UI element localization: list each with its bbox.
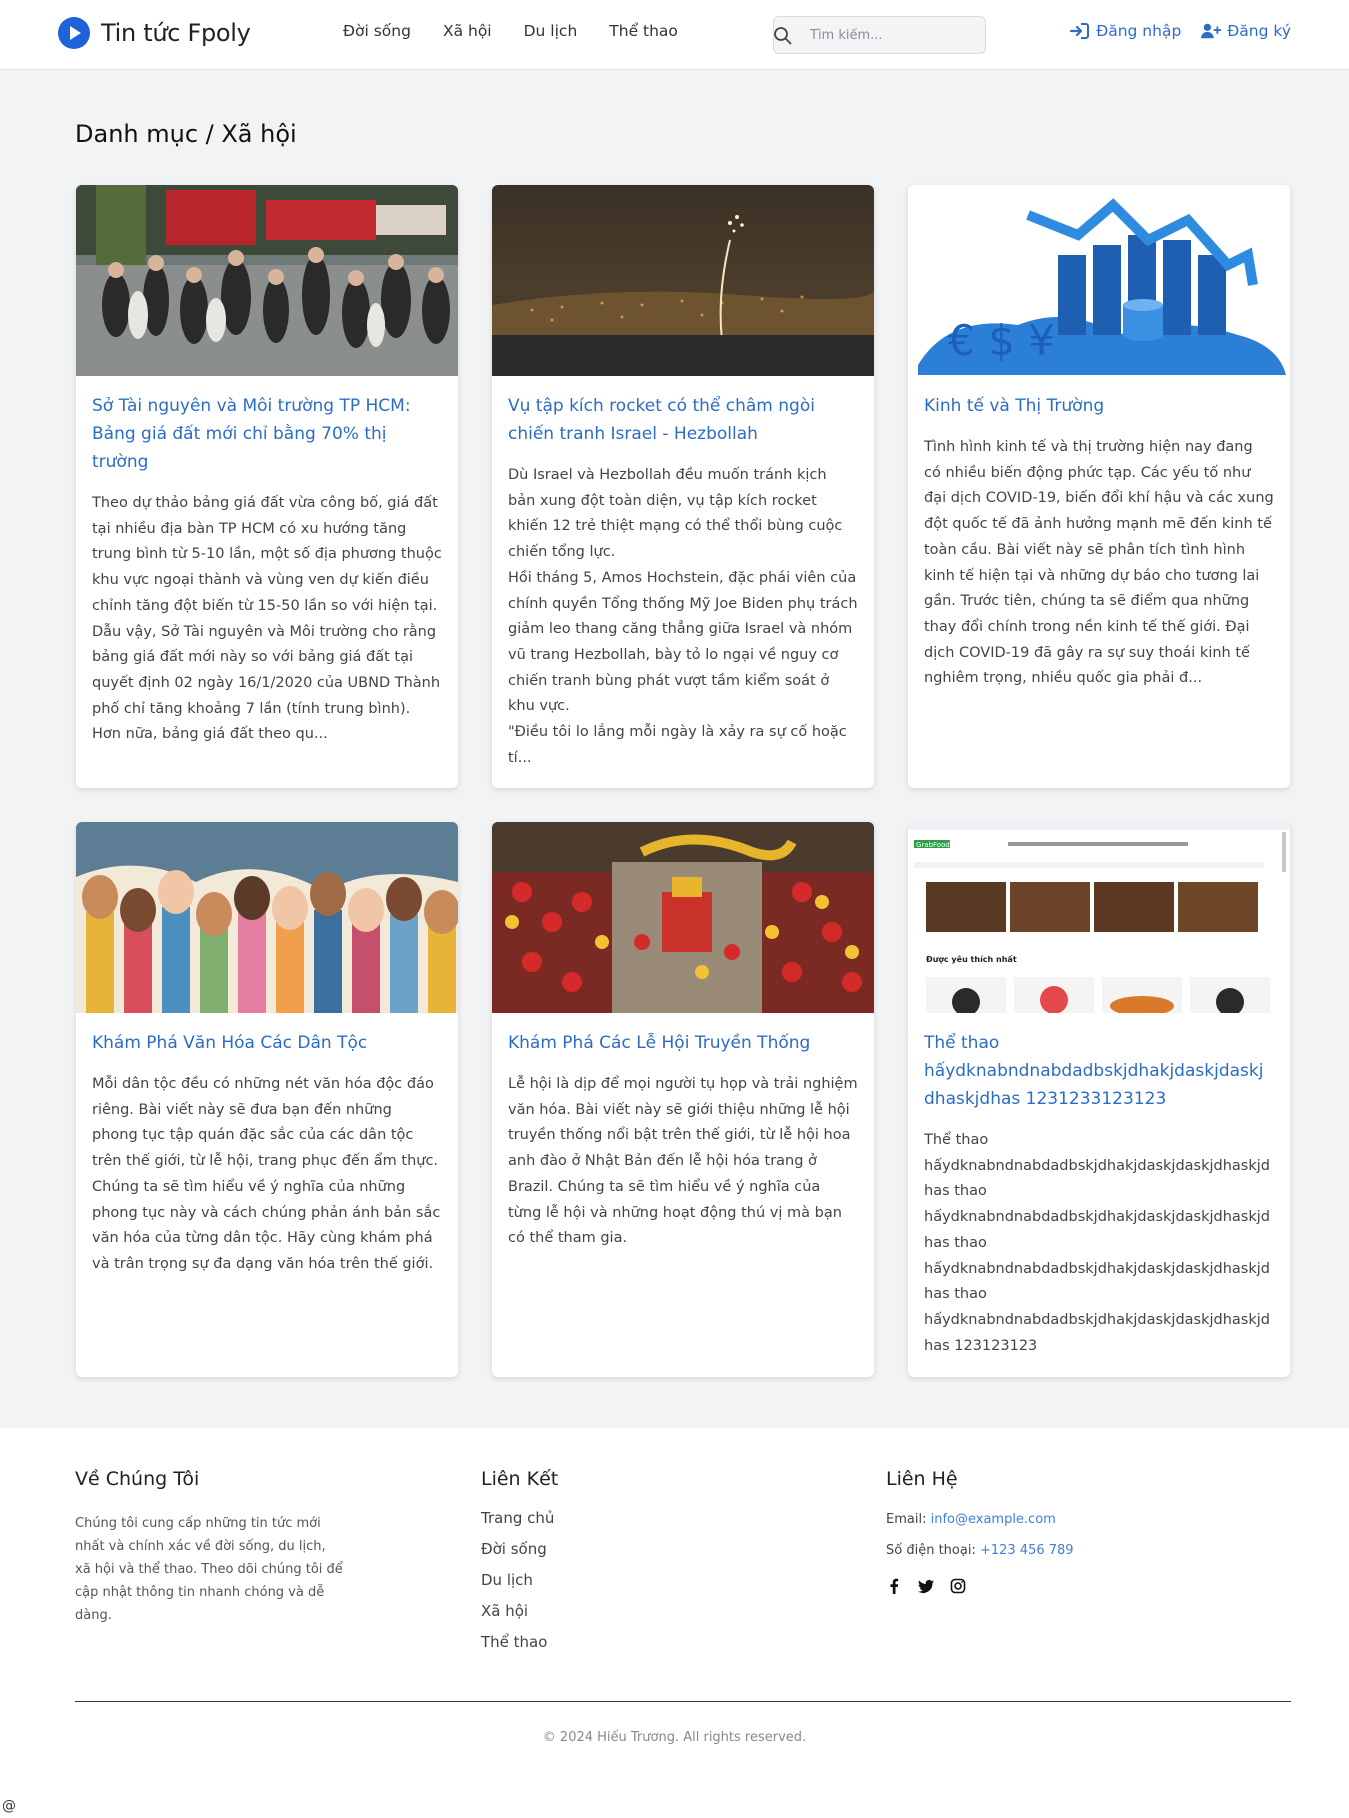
food-website-screenshot[interactable]: GrabFood Được yêu thích nhất (908, 822, 1290, 1013)
article-title[interactable]: Khám Phá Văn Hóa Các Dân Tộc (92, 1029, 442, 1057)
social-links (886, 1578, 1074, 1594)
brand-link[interactable]: Tin tức Fpoly (58, 17, 251, 49)
article-title[interactable]: Khám Phá Các Lễ Hội Truyền Thống (508, 1029, 858, 1057)
search-box (773, 16, 986, 54)
page-title: Danh mục / Xã hội (75, 120, 297, 148)
footer-divider (75, 1701, 1291, 1702)
article-excerpt: Dù Israel và Hezbollah đều muốn tránh kị… (508, 467, 858, 766)
email-label: Email: (886, 1512, 927, 1527)
search-icon[interactable] (773, 26, 793, 46)
login-link[interactable]: Đăng nhập (1070, 22, 1181, 40)
article-excerpt: Thể thao hấydknabndnabdadbskjdhakjdaskjd… (924, 1132, 1270, 1354)
nav-item-du-lich[interactable]: Du lịch (524, 22, 578, 40)
contact-email: Email: info@example.com (886, 1512, 1074, 1527)
footer-link-the-thao[interactable]: Thể thao (481, 1633, 547, 1651)
article-excerpt: Tình hình kinh tế và thị trường hiện nay… (924, 439, 1274, 687)
email-link[interactable]: info@example.com (931, 1512, 1056, 1527)
article-card[interactable]: € $ ¥ Kinh tế và Thị Trường Tình hình ki… (908, 185, 1290, 788)
brand-name: Tin tức Fpoly (101, 19, 251, 47)
article-title[interactable]: Sở Tài nguyên và Môi trường TP HCM: Bảng… (92, 392, 442, 476)
footer-link-home[interactable]: Trang chủ (481, 1509, 554, 1527)
footer-contact-heading: Liên Hệ (886, 1468, 958, 1490)
contact-phone: Số điện thoại: +123 456 789 (886, 1543, 1074, 1558)
article-title[interactable]: Kinh tế và Thị Trường (924, 392, 1274, 420)
raised-hands-illustration[interactable] (76, 822, 458, 1013)
corner-mark: @ (2, 1798, 16, 1814)
festival-parade-photo[interactable] (492, 822, 874, 1013)
phone-label: Số điện thoại: (886, 1543, 976, 1558)
article-title[interactable]: Vụ tập kích rocket có thể châm ngòi chiế… (508, 392, 858, 448)
search-input[interactable] (810, 18, 980, 52)
register-label: Đăng ký (1227, 22, 1291, 40)
sign-in-icon (1070, 23, 1090, 39)
food-section-title: Được yêu thích nhất (926, 954, 1017, 964)
phone-link[interactable]: +123 456 789 (980, 1543, 1074, 1558)
global-economy-graphic[interactable]: € $ ¥ (908, 185, 1290, 376)
night-rocket-photo[interactable] (492, 185, 874, 376)
instagram-icon[interactable] (950, 1578, 966, 1594)
twitter-icon[interactable] (918, 1578, 934, 1594)
footer-link-xa-hoi[interactable]: Xã hội (481, 1602, 528, 1620)
article-excerpt: Theo dự thảo bảng giá đất vừa công bố, g… (92, 495, 442, 743)
site-footer: Về Chúng Tôi Chúng tôi cung cấp những ti… (0, 1428, 1349, 1818)
user-plus-icon (1201, 23, 1222, 39)
facebook-icon[interactable] (886, 1578, 902, 1594)
main-nav: Đời sống Xã hội Du lịch Thể thao (343, 22, 678, 40)
footer-links-heading: Liên Kết (481, 1468, 559, 1490)
street-crowd-photo[interactable] (76, 185, 458, 376)
svg-text:€ $ ¥: € $ ¥ (948, 316, 1055, 365)
play-logo-icon (58, 17, 90, 49)
article-card[interactable]: Khám Phá Các Lễ Hội Truyền Thống Lễ hội … (492, 822, 874, 1377)
article-card[interactable]: Vụ tập kích rocket có thể châm ngòi chiế… (492, 185, 874, 788)
top-navbar: Tin tức Fpoly Đời sống Xã hội Du lịch Th… (0, 0, 1349, 70)
footer-about: Về Chúng Tôi Chúng tôi cung cấp những ti… (75, 1468, 345, 1627)
article-excerpt: Lễ hội là dịp để mọi người tụ họp và trả… (508, 1076, 858, 1247)
article-title[interactable]: Thể thao hấydknabndnabdadbskjdhakjdaskjd… (924, 1029, 1274, 1113)
copyright: © 2024 Hiếu Trương. All rights reserved. (542, 1730, 807, 1745)
nav-item-the-thao[interactable]: Thể thao (609, 22, 678, 40)
footer-link-doi-song[interactable]: Đời sống (481, 1540, 547, 1558)
footer-links: Liên Kết Trang chủ Đời sống Du lịch Xã h… (481, 1468, 558, 1663)
food-logo: GrabFood (916, 841, 950, 849)
login-label: Đăng nhập (1096, 22, 1182, 40)
article-card[interactable]: Khám Phá Văn Hóa Các Dân Tộc Mỗi dân tộc… (76, 822, 458, 1377)
article-excerpt: Mỗi dân tộc đều có những nét văn hóa độc… (92, 1076, 441, 1272)
article-card[interactable]: Sở Tài nguyên và Môi trường TP HCM: Bảng… (76, 185, 458, 788)
footer-link-du-lich[interactable]: Du lịch (481, 1571, 533, 1589)
nav-item-doi-song[interactable]: Đời sống (343, 22, 411, 40)
footer-about-heading: Về Chúng Tôi (75, 1468, 200, 1490)
register-link[interactable]: Đăng ký (1201, 22, 1291, 40)
article-card[interactable]: GrabFood Được yêu thích nhất Thể thao hấ… (908, 822, 1290, 1377)
footer-contact: Liên Hệ Email: info@example.com Số điện … (886, 1468, 1074, 1594)
nav-item-xa-hoi[interactable]: Xã hội (443, 22, 492, 40)
auth-links: Đăng nhập Đăng ký (1070, 22, 1291, 40)
footer-links-list: Trang chủ Đời sống Du lịch Xã hội Thể th… (481, 1508, 558, 1651)
footer-about-text: Chúng tôi cung cấp những tin tức mới nhấ… (75, 1516, 343, 1623)
